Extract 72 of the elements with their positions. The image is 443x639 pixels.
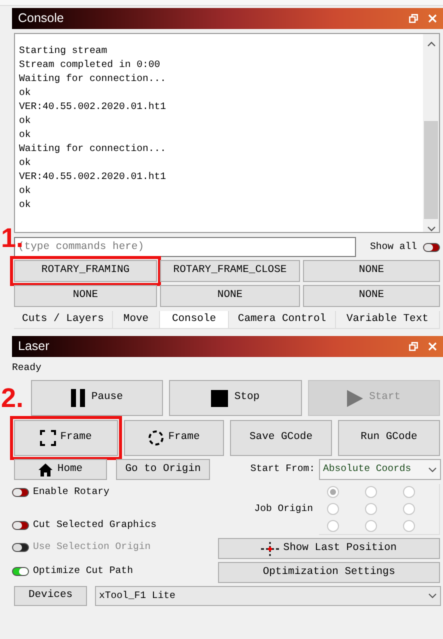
frame-button[interactable]: Frame [14,420,118,456]
start-from-label: Start From: [250,462,315,476]
toggle-label: Optimize Cut Path [33,564,133,578]
action-button[interactable]: Pause [31,380,164,416]
play-icon [347,390,364,406]
toggle-label: Use Selection Origin [33,540,151,554]
toggle-label: Enable Rotary [33,484,110,499]
restore-icon [409,14,418,23]
home-button[interactable]: Home [14,459,107,480]
gcode-button[interactable]: Save GCode [230,420,332,456]
console-line: ok [19,114,32,128]
origin-radio[interactable] [365,502,377,514]
toggle-switch[interactable] [12,520,29,530]
frame-button[interactable]: Frame [124,420,224,456]
console-line: VER:40.55.002.2020.01.ht1 [19,170,167,184]
origin-radio[interactable] [365,520,377,532]
show-all-label: Show all [370,240,417,254]
macro-button[interactable]: NONE [160,285,300,307]
annotation-number: 2. [1,385,24,412]
toggle-label: Cut Selected Graphics [33,518,156,532]
console-line: Starting stream [19,44,108,58]
close-icon [428,342,437,351]
console-line: ok [19,128,32,142]
tab[interactable]: Console [160,311,229,328]
gcode-button[interactable]: Run GCode [338,420,440,456]
console-line: ok [19,156,32,170]
toggle-switch[interactable] [423,242,440,252]
console-line: Stream completed in 0:00 [19,58,162,72]
macro-button[interactable]: NONE [303,285,440,307]
scroll-up-icon [426,41,436,47]
macro-button[interactable]: NONE [14,285,157,307]
origin-radio[interactable] [365,486,377,498]
origin-radio[interactable] [327,486,339,498]
panel-title: Console [18,10,64,28]
origin-radio[interactable] [403,486,415,498]
devices-button[interactable]: Devices [14,586,87,606]
device-select[interactable]: xTool_F1 Lite [95,586,441,606]
console-line: VER:40.55.002.2020.01.ht1 [19,100,167,114]
action-button: Start [308,380,440,416]
home-icon [38,462,54,476]
panel-title: Laser [18,338,50,356]
toggle-switch[interactable] [12,566,29,576]
origin-radio[interactable] [327,520,339,532]
start-from-select[interactable]: Absolute Coords [319,459,441,480]
origin-radio[interactable] [327,502,339,514]
macro-button[interactable]: NONE [303,260,440,282]
chevron-down-icon [428,593,437,599]
status-text: Ready [12,361,42,375]
macro-button[interactable]: ROTARY_FRAMING [14,260,157,282]
go-to-origin-button[interactable]: Go to Origin [116,459,210,480]
console-line: Waiting for connection... [19,142,167,156]
console-line: ok [19,184,32,198]
show-last-position-button[interactable]: Show Last Position [218,538,440,559]
restore-icon [409,342,418,351]
pause-icon [71,389,86,407]
close-icon [428,14,437,23]
console-line: ok [19,86,32,100]
stop-icon [211,390,228,406]
toggle-switch[interactable] [12,488,29,496]
origin-radio[interactable] [403,520,415,532]
scrollbar[interactable] [423,34,439,232]
macro-button[interactable]: ROTARY_FRAME_CLOSE [160,260,300,282]
optimization-settings-button[interactable]: Optimization Settings [218,562,440,583]
console-line: Waiting for connection... [19,72,167,86]
console-line: ok [19,198,32,212]
dashed-circle-icon [148,430,164,446]
scroll-down-icon [426,226,436,232]
crosshair-icon [261,542,280,556]
origin-radio[interactable] [403,502,415,514]
action-button[interactable]: Stop [169,380,302,416]
chevron-down-icon [428,466,437,472]
job-origin-label: Job Origin [254,502,313,516]
